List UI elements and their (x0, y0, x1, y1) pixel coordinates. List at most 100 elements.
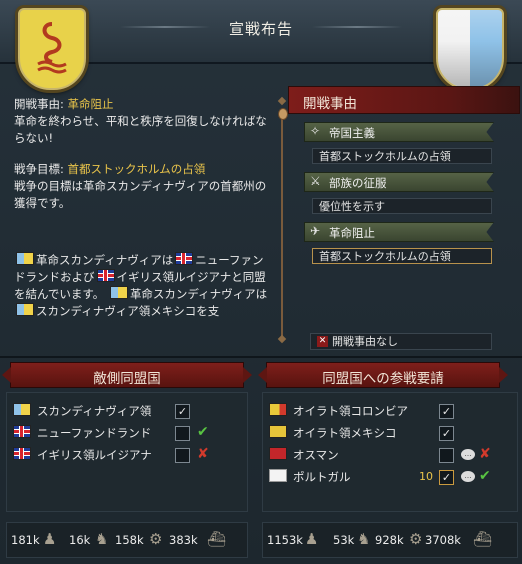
list-item: オスマン (267, 445, 339, 465)
list-item: オイラト領メキシコ (267, 423, 397, 443)
country-name: オスマン (293, 448, 339, 462)
divider (0, 356, 522, 358)
cb-section-imperialism[interactable]: ✧ 帝国主義 (304, 122, 494, 142)
artillery-icon: ⚙ (409, 530, 423, 548)
no-casus-belli-option[interactable]: ✕ 開戦事由なし (310, 333, 492, 350)
country-name: オイラト領メキシコ (293, 426, 397, 440)
list-item: ポルトガル (267, 467, 351, 487)
uk-flag-icon (13, 425, 31, 438)
scroll-track[interactable] (281, 110, 283, 336)
speech-bubble-icon: … (461, 449, 475, 460)
artillery-count: 3708k (425, 533, 461, 547)
alliance-text: 革命スカンディナヴィアは (36, 253, 174, 267)
check-icon: ✔ (479, 468, 491, 484)
scandinavia-flag-icon (16, 252, 34, 265)
call-checkbox[interactable]: ✓ (439, 470, 454, 485)
scroll-thumb[interactable] (278, 108, 288, 120)
list-item: オイラト領コロンビア (267, 401, 408, 421)
enemy-allies-title: 敵側同盟国 (93, 371, 161, 387)
country-name: スカンディナヴィア領 (37, 404, 152, 418)
alliance-text: スカンディナヴィア領メキシコを支 (36, 304, 220, 318)
cavalry-count: 158k (115, 533, 144, 547)
goal-text: 革命を終わらせ、平和と秩序を回復しなければならない! (14, 114, 267, 145)
army-icon: ♟ (43, 530, 57, 548)
oirat-flag-icon (269, 403, 287, 416)
crossed-swords-icon: ⚔ (310, 174, 321, 188)
no-cb-label: 開戦事由なし (332, 335, 398, 348)
alliance-text: 革命スカンディナヴィアは (129, 287, 268, 301)
include-checkbox[interactable] (175, 448, 190, 463)
scroll-down-icon[interactable] (277, 334, 287, 344)
cb-section-label: 部族の征服 (329, 176, 387, 190)
enemy-allies-panel: スカンディナヴィア領 ✓ ニューファンドランド ✔ イギリス領ルイジアナ ✘ (6, 392, 248, 512)
army-icon: ♟ (305, 530, 319, 548)
scandinavia-flag-icon (109, 286, 128, 299)
target-label: 戦争目標: (14, 162, 64, 176)
artillery-count: 383k (169, 533, 198, 547)
army-count: 181k (11, 533, 40, 547)
enemy-allies-header: 敵側同盟国 (2, 362, 252, 388)
casus-belli-header: 開戦事由 (288, 86, 520, 114)
call-checkbox[interactable] (439, 448, 454, 463)
cavalry-icon: ♞ (95, 530, 109, 548)
call-allies-header: 同盟国への参戦要請 (258, 362, 508, 388)
include-checkbox[interactable]: ✓ (175, 404, 190, 419)
country-name: イギリス領ルイジアナ (37, 448, 152, 462)
war-description: 開戦事由: 革命阻止 革命を終わらせ、平和と秩序を回復しなければならない! 戦争… (14, 96, 270, 351)
country-name: オイラト領コロンビア (293, 404, 408, 418)
close-icon: ✕ (317, 336, 328, 347)
cb-item-capture-capital-selected[interactable]: 首都ストックホルムの占領 (312, 248, 492, 264)
cb-section-label: 帝国主義 (329, 126, 375, 140)
infantry-count: 16k (69, 533, 91, 547)
cb-item-show-superiority[interactable]: 優位性を示す (312, 198, 492, 214)
ship-icon: ⛴ (207, 530, 227, 548)
goal-value: 革命阻止 (67, 97, 114, 111)
cross-icon: ✘ (479, 446, 491, 462)
cavalry-count: 928k (375, 533, 404, 547)
cb-section-stop-revolution[interactable]: ✈ 革命阻止 (304, 222, 494, 242)
portugal-flag-icon (269, 469, 287, 482)
scroll-up-icon[interactable] (277, 96, 287, 106)
cross-icon: ✘ (197, 446, 209, 462)
favor-count: 10 (419, 470, 433, 483)
imperial-icon: ✧ (310, 124, 321, 138)
artillery-icon: ⚙ (149, 530, 163, 548)
call-allies-title: 同盟国への参戦要請 (322, 371, 444, 387)
title-ornament-right (312, 26, 402, 28)
ottoman-flag-icon (269, 447, 287, 460)
oirat-flag-icon (269, 425, 287, 438)
ship-icon: ⛴ (473, 530, 493, 548)
call-checkbox[interactable]: ✓ (439, 426, 454, 441)
attacker-coat-of-arms (18, 8, 86, 90)
uk-flag-icon (13, 447, 31, 460)
check-icon: ✔ (197, 424, 209, 440)
cb-item-capture-capital[interactable]: 首都ストックホルムの占領 (312, 148, 492, 164)
country-name: ニューファンドランド (37, 426, 152, 440)
list-item: スカンディナヴィア領 (11, 401, 151, 421)
ally-strength-bar: 1153k ♟ 53k ♞ 928k ⚙ 3708k ⛴ (262, 522, 518, 558)
cb-section-label: 革命阻止 (329, 226, 375, 240)
cb-section-tribal-conquest[interactable]: ⚔ 部族の征服 (304, 172, 494, 192)
goal-label: 開戦事由: (14, 97, 64, 111)
country-name: ポルトガル (293, 470, 351, 484)
list-item: イギリス領ルイジアナ (11, 445, 152, 465)
army-count: 1153k (267, 533, 303, 547)
cavalry-icon: ♞ (357, 530, 371, 548)
defender-coat-of-arms (436, 8, 504, 90)
target-value: 首都ストックホルムの占領 (67, 162, 206, 176)
target-text: 戦争の目標は革命スカンディナヴィアの首都州の獲得です。 (14, 179, 267, 210)
infantry-count: 53k (333, 533, 355, 547)
description-scrollbar[interactable] (277, 96, 288, 344)
uk-flag-icon (175, 252, 194, 265)
call-allies-panel: オイラト領コロンビア ✓ オイラト領メキシコ ✓ オスマン … ✘ ポルトガル … (262, 392, 518, 512)
uk-flag-icon (96, 269, 115, 282)
speech-bubble-icon: … (461, 471, 475, 482)
call-checkbox[interactable]: ✓ (439, 404, 454, 419)
dove-icon: ✈ (310, 224, 321, 238)
declare-war-window: 宣戦布告 開戦事由: 革命阻止 革命を終わらせ、平和と秩序を回復しなければならな… (0, 0, 522, 564)
enemy-strength-bar: 181k ♟ 16k ♞ 158k ⚙ 383k ⛴ (6, 522, 248, 558)
list-item: ニューファンドランド (11, 423, 151, 443)
include-checkbox[interactable] (175, 426, 190, 441)
scandinavia-flag-icon (16, 303, 34, 316)
casus-belli-title: 開戦事由 (303, 96, 357, 112)
